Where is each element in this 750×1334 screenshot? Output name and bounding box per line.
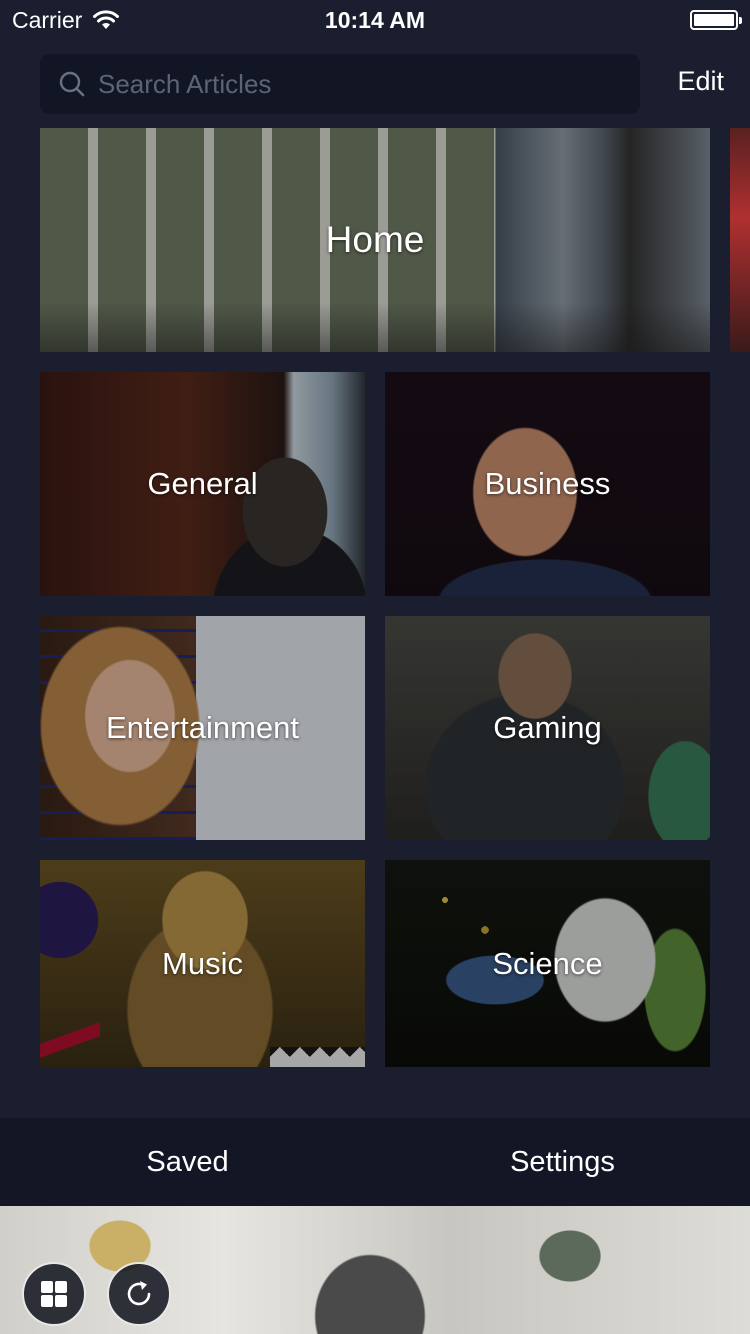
saved-button[interactable]: Saved [0,1118,375,1206]
refresh-icon [127,1281,151,1306]
category-label-home: Home [325,219,425,260]
next-page-peek [730,128,750,352]
grid-icon [41,1281,67,1307]
category-tile-general[interactable]: General [40,372,365,596]
settings-button[interactable]: Settings [375,1118,750,1206]
battery-fill [694,14,734,26]
category-label-gaming: Gaming [493,710,602,745]
category-tile-gaming[interactable]: Gaming [385,616,710,840]
bottom-bar: Saved Settings [0,1118,750,1206]
search-input[interactable] [98,68,618,100]
category-tile-science[interactable]: Science [385,860,710,1067]
category-tile-entertainment[interactable]: Entertainment [40,616,365,840]
status-bar: Carrier 10:14 AM [0,0,750,40]
category-label-entertainment: Entertainment [106,710,299,745]
category-tile-music[interactable]: Music [40,860,365,1067]
category-label-business: Business [484,466,611,501]
carrier-label: Carrier [12,6,83,33]
wifi-icon [93,10,120,29]
status-left: Carrier [12,7,120,34]
edit-button[interactable]: Edit [677,66,724,97]
battery-icon [690,10,742,30]
search-bar[interactable] [40,54,640,114]
category-label-science: Science [492,945,603,981]
category-tile-home[interactable]: Home [40,128,710,352]
search-icon [59,71,85,97]
category-label-music: Music [162,945,243,981]
article-preview-image [0,1206,750,1334]
refresh-button[interactable] [107,1262,171,1326]
category-tile-business[interactable]: Business [385,372,710,596]
category-label-general: General [147,466,258,501]
grid-button[interactable] [22,1262,86,1326]
